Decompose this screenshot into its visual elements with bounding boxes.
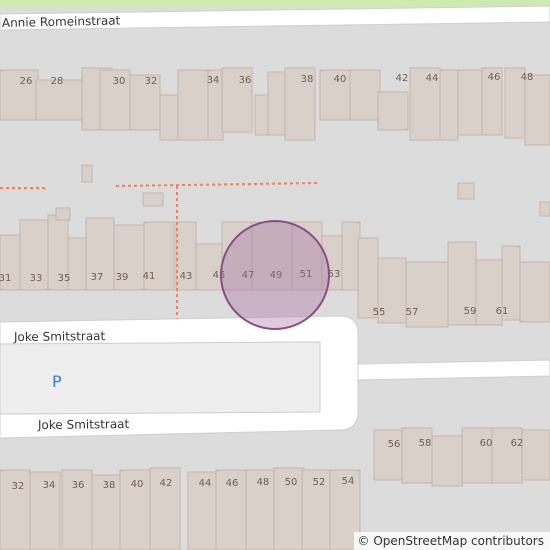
house-number: 59 (464, 306, 477, 317)
house-number: 34 (207, 75, 220, 86)
house-number: 56 (388, 439, 401, 450)
building (491, 427, 523, 484)
building (439, 69, 459, 141)
house-number: 28 (51, 76, 64, 87)
house-number: 48 (521, 72, 534, 83)
house-number: 41 (143, 271, 156, 282)
street-label-joke-smitstraat-lower: Joke Smitstraat (37, 417, 130, 432)
building (373, 429, 403, 481)
building (431, 435, 463, 487)
map-view[interactable]: 26 28 30 32 34 36 38 40 42 44 46 48 31 33 35 37 39 41 43 45… (0, 0, 550, 550)
house-number: 48 (257, 477, 270, 488)
house-number: 42 (160, 478, 173, 489)
house-number: 38 (103, 480, 116, 491)
parking-area[interactable] (0, 341, 321, 415)
house-number: 26 (20, 76, 33, 87)
house-number: 33 (30, 273, 43, 284)
house-number: 61 (496, 306, 509, 317)
road-connector[interactable] (357, 359, 550, 381)
building (349, 69, 381, 121)
house-number: 30 (113, 76, 126, 87)
house-number: 50 (285, 477, 298, 488)
building (67, 237, 87, 291)
shed (457, 182, 475, 200)
shed (539, 201, 550, 217)
street-label-joke-smitstraat-upper: Joke Smitstraat (13, 329, 106, 344)
building (521, 429, 550, 481)
building (461, 427, 493, 484)
house-number: 32 (145, 76, 158, 87)
house-number: 40 (334, 74, 347, 85)
house-number: 37 (91, 272, 104, 283)
house-number: 44 (426, 73, 439, 84)
building (267, 71, 287, 136)
house-number: 32 (12, 481, 25, 492)
house-number: 36 (72, 480, 85, 491)
building (524, 74, 550, 146)
location-marker-circle[interactable] (220, 220, 330, 330)
house-number: 38 (301, 74, 314, 85)
house-number: 42 (396, 73, 409, 84)
house-number: 57 (406, 307, 419, 318)
shed (142, 192, 164, 207)
house-number: 62 (511, 438, 524, 449)
building (195, 243, 223, 291)
parking-icon[interactable]: P (52, 372, 62, 391)
house-number: 55 (373, 307, 386, 318)
street-label-annie-romeinstraat: Annie Romeinstraat (2, 14, 121, 30)
building (519, 261, 550, 323)
building (55, 207, 71, 221)
building (177, 69, 209, 141)
house-number: 35 (58, 273, 71, 284)
building (401, 427, 433, 484)
building (357, 237, 379, 319)
map-attribution[interactable]: © OpenStreetMap contributors (353, 532, 550, 550)
house-number: 34 (43, 480, 56, 491)
house-number: 40 (131, 479, 144, 490)
house-number: 43 (180, 271, 193, 282)
map-canvas[interactable]: 26 28 30 32 34 36 38 40 42 44 46 4831 33 35 37 39 41 43 45… (0, 0, 550, 550)
house-number: 39 (116, 272, 129, 283)
house-number: 54 (342, 476, 355, 487)
house-number: 46 (488, 72, 501, 83)
building (159, 94, 179, 141)
house-number: 60 (480, 438, 493, 449)
house-number: 52 (313, 477, 326, 488)
house-number: 46 (226, 478, 239, 489)
house-number: 44 (199, 478, 212, 489)
house-number: 31 (0, 273, 11, 284)
building (341, 221, 361, 291)
building (457, 69, 484, 136)
house-number: 36 (239, 75, 252, 86)
attribution-text: © OpenStreetMap contributors (357, 534, 544, 548)
house-number: 58 (419, 438, 432, 449)
shed (81, 164, 93, 183)
building (377, 91, 409, 131)
